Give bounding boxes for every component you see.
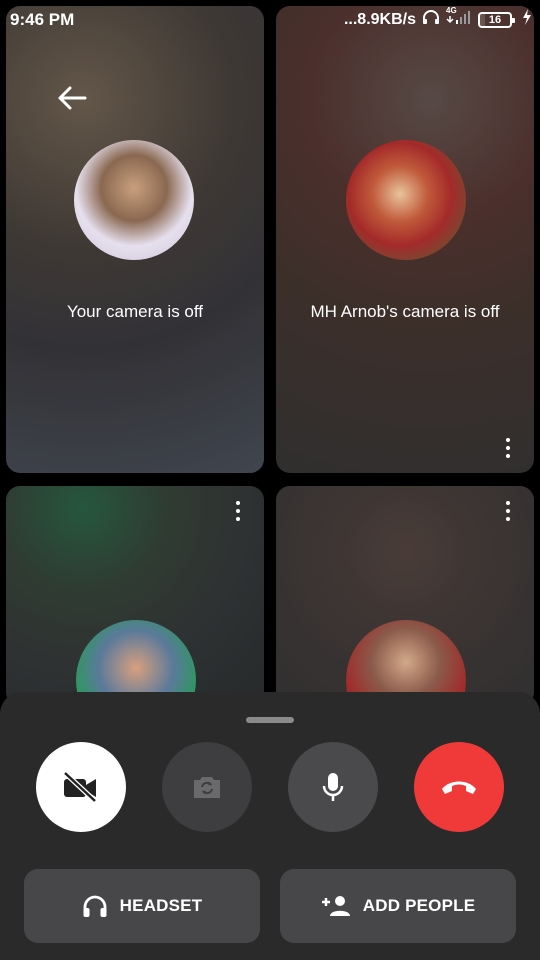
- status-time: 9:46 PM: [10, 10, 75, 29]
- more-vert-dot: [236, 509, 240, 513]
- headphones-icon: [422, 9, 440, 30]
- avatar: [74, 140, 194, 260]
- add-people-label: ADD PEOPLE: [362, 896, 476, 915]
- flip-camera-button[interactable]: [162, 742, 252, 832]
- microphone-button[interactable]: [288, 742, 378, 832]
- add-people-button[interactable]: ADD PEOPLE: [280, 869, 516, 943]
- more-vert-icon: [506, 438, 510, 442]
- camera-off-label: Your camera is off: [66, 302, 204, 321]
- charging-icon: [522, 9, 532, 30]
- headset-label: HEADSET: [119, 896, 203, 915]
- network-type: 4G: [446, 6, 457, 15]
- toggle-camera-button[interactable]: [36, 742, 126, 832]
- more-vert-dot: [506, 509, 510, 513]
- more-vert-dot: [506, 454, 510, 458]
- arrow-left-icon: [58, 86, 87, 110]
- more-vert-icon: [236, 501, 240, 505]
- back-button[interactable]: [50, 80, 94, 116]
- camera-off-label: MH Arnob's camera is off: [310, 302, 500, 321]
- battery-percent: 16: [488, 13, 502, 26]
- more-vert-dot: [506, 446, 510, 450]
- participant-tile-4[interactable]: [276, 486, 534, 706]
- drag-handle[interactable]: [246, 717, 294, 723]
- headset-icon: [83, 895, 107, 917]
- more-options-button[interactable]: [226, 496, 250, 526]
- end-call-icon: [442, 781, 476, 794]
- more-vert-icon: [506, 501, 510, 505]
- status-indicators: ...8.9KB/s 4G 16: [343, 6, 532, 30]
- microphone-icon: [322, 773, 344, 801]
- avatar: [346, 140, 466, 260]
- more-options-button[interactable]: [496, 433, 520, 463]
- network-speed: ...8.9KB/s: [343, 10, 416, 28]
- end-call-button[interactable]: [414, 742, 504, 832]
- headset-button[interactable]: HEADSET: [24, 869, 260, 943]
- participant-tile-self[interactable]: Your camera is off: [6, 6, 264, 473]
- video-off-icon: [63, 771, 97, 803]
- more-vert-dot: [506, 517, 510, 521]
- participant-tile-mh-arnob[interactable]: MH Arnob's camera is off: [276, 6, 534, 473]
- battery-level: [480, 13, 485, 26]
- more-vert-dot: [236, 517, 240, 521]
- add-person-icon: [321, 896, 350, 916]
- signal-icon: 4G: [446, 6, 472, 29]
- camera-flip-icon: [194, 777, 220, 798]
- participant-tile-3[interactable]: [6, 486, 264, 706]
- battery-icon: 16: [478, 11, 515, 28]
- call-controls-sheet: HEADSET ADD PEOPLE: [0, 692, 540, 960]
- more-options-button[interactable]: [496, 496, 520, 526]
- status-bar: 9:46 PM ...8.9KB/s 4G 16: [0, 0, 540, 38]
